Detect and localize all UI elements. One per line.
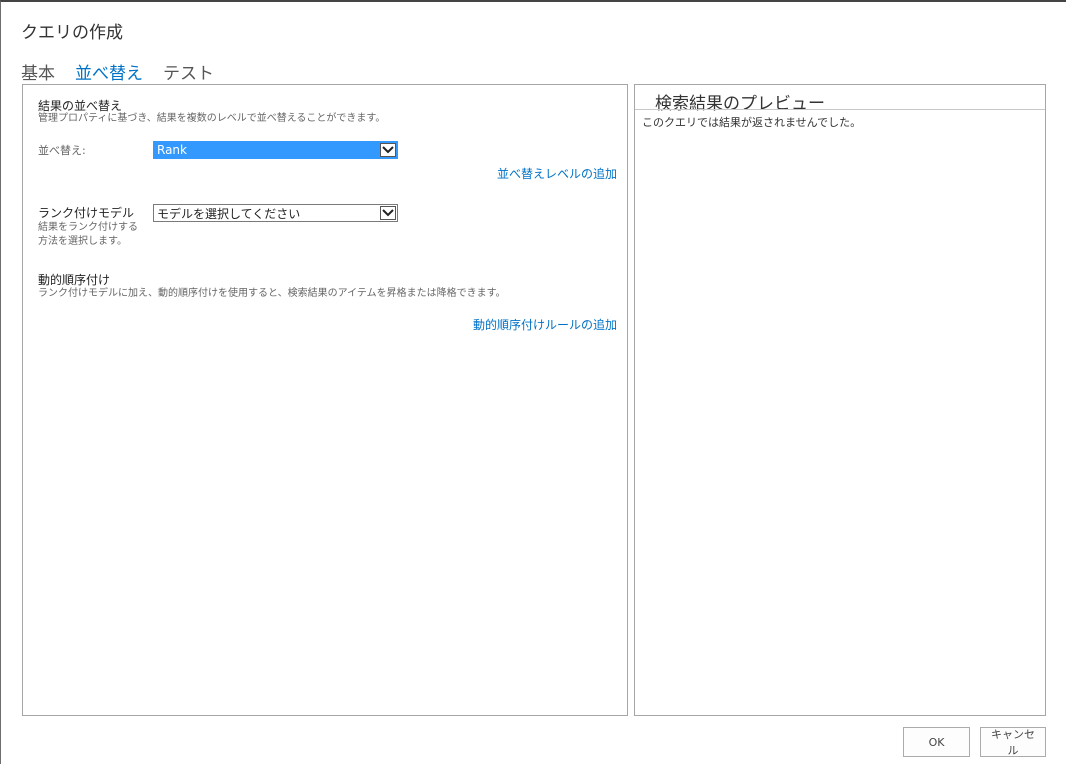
- preview-empty-message: このクエリでは結果が返されませんでした。: [642, 116, 862, 129]
- preview-title: 検索結果のプレビュー: [655, 94, 825, 114]
- sort-by-dropdown[interactable]: Rank: [153, 141, 398, 159]
- preview-divider: [635, 109, 1045, 110]
- ok-button[interactable]: OK: [903, 727, 970, 757]
- query-builder-dialog: クエリの作成 基本 並べ替え テスト 結果の並べ替え 管理プロパティに基づき、結…: [0, 0, 1066, 764]
- ranking-model-value: モデルを選択してください: [157, 206, 301, 221]
- tab-sorting[interactable]: 並べ替え: [75, 59, 143, 84]
- ranking-model-dropdown[interactable]: モデルを選択してください: [153, 204, 398, 222]
- ranking-model-description-1: 結果をランク付けする: [38, 222, 138, 233]
- cancel-button[interactable]: キャンセル: [980, 727, 1046, 757]
- chevron-down-icon[interactable]: [380, 143, 396, 157]
- chevron-down-icon[interactable]: [380, 206, 396, 220]
- tab-basics[interactable]: 基本: [21, 59, 55, 84]
- tab-test[interactable]: テスト: [163, 59, 214, 84]
- add-sort-level-link[interactable]: 並べ替えレベルの追加: [497, 165, 617, 182]
- sort-results-description: 管理プロパティに基づき、結果を複数のレベルで並べ替えることができます。: [38, 113, 386, 124]
- dialog-title: クエリの作成: [21, 23, 123, 43]
- ranking-model-title: ランク付けモデル: [38, 206, 135, 220]
- tab-bar: 基本 並べ替え テスト: [21, 59, 214, 84]
- sort-by-label: 並べ替え:: [38, 144, 86, 157]
- sorting-panel: 結果の並べ替え 管理プロパティに基づき、結果を複数のレベルで並べ替えることができ…: [22, 84, 628, 716]
- add-dynamic-ordering-rule-link[interactable]: 動的順序付けルールの追加: [473, 316, 617, 333]
- search-results-preview-panel: 検索結果のプレビュー このクエリでは結果が返されませんでした。: [634, 84, 1046, 716]
- dynamic-ordering-title: 動的順序付け: [38, 273, 111, 287]
- ranking-model-description-2: 方法を選択します。: [38, 236, 127, 247]
- sort-by-value: Rank: [157, 143, 187, 157]
- dynamic-ordering-description: ランク付けモデルに加え、動的順序付けを使用すると、検索結果のアイテムを昇格または…: [38, 288, 506, 299]
